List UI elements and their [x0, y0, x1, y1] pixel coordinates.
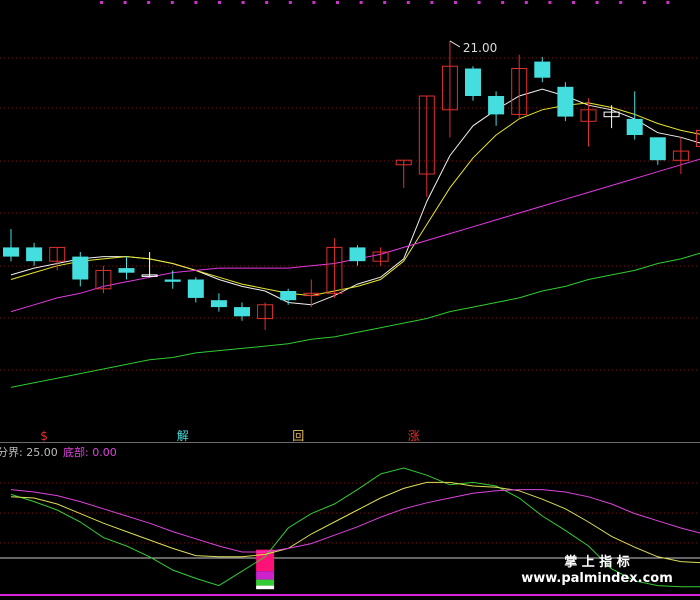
top-tick-mark — [524, 1, 528, 4]
stock-chart: 21.00 $ 解 回 涨 分界: 25.00 底部: 0.00 掌 上 指 标www.… — [0, 1, 700, 596]
top-tick-mark — [430, 1, 434, 4]
top-time-ticks — [100, 1, 670, 4]
top-tick-mark — [666, 1, 670, 4]
top-tick-mark — [548, 1, 552, 4]
candle-body — [696, 129, 700, 147]
candle-body — [280, 291, 297, 301]
top-tick-mark — [265, 1, 269, 4]
candle-body — [465, 68, 481, 96]
indicator-header-label: 底部: 0.00 — [63, 445, 117, 459]
watermark-url: www.palmindex.com — [521, 571, 673, 586]
top-tick-mark — [572, 1, 575, 4]
top-tick-mark — [336, 1, 339, 4]
candle-body — [649, 137, 666, 161]
top-tick-mark — [100, 1, 103, 4]
signal-label: $ — [40, 429, 48, 443]
signal-label: 涨 — [408, 428, 420, 443]
top-tick-mark — [619, 1, 623, 4]
indicator-header-label: 分界: 25.00 — [0, 446, 58, 459]
top-tick-mark — [383, 1, 387, 4]
watermark: 掌 上 指 标www.palmindex.com — [521, 554, 673, 586]
candle-body — [118, 268, 135, 273]
top-tick-mark — [288, 1, 292, 4]
candle-body — [626, 118, 643, 135]
top-tick-mark — [170, 1, 174, 4]
line-ma-yellow — [10, 102, 700, 297]
signal-labels: $ 解 回 涨 — [40, 428, 419, 443]
top-tick-mark — [312, 1, 316, 4]
line-ma-magenta — [10, 158, 700, 313]
top-tick-mark — [477, 1, 481, 4]
top-tick-mark — [194, 1, 198, 4]
indicator-bar-segment — [256, 579, 275, 586]
candle-body — [72, 256, 89, 280]
top-tick-mark — [642, 1, 646, 4]
candle-body — [349, 247, 366, 262]
candle-body — [557, 86, 574, 117]
max-price-label: 21.00 — [463, 41, 497, 55]
top-tick-mark — [123, 1, 127, 4]
line-ma-green — [10, 252, 700, 388]
candle-body — [234, 307, 250, 317]
price-grid — [0, 57, 700, 371]
top-tick-mark — [406, 1, 410, 4]
candle-body — [488, 96, 505, 115]
line-ma-white — [10, 88, 700, 306]
indicator-header: 分界: 25.00 底部: 0.00 — [0, 445, 117, 459]
indicator-bar-segment — [256, 585, 275, 590]
candle-body — [26, 247, 43, 262]
indicator-bar-segment — [256, 571, 275, 580]
max-pointer — [449, 40, 461, 48]
watermark-title: 掌 上 指 标 — [564, 554, 630, 570]
top-tick-mark — [595, 1, 599, 4]
max-price-marker: 21.00 — [449, 40, 497, 55]
price-moving-averages — [10, 88, 700, 388]
candle-body — [187, 279, 204, 298]
candle-body — [534, 61, 551, 78]
top-tick-mark — [454, 1, 457, 4]
top-tick-mark — [147, 1, 151, 4]
signal-label: 回 — [292, 429, 304, 443]
top-tick-mark — [241, 1, 245, 4]
candle-body — [210, 300, 227, 308]
top-tick-mark — [501, 1, 505, 4]
candle-body — [164, 279, 181, 282]
indicator-line-medium — [10, 481, 700, 564]
top-tick-mark — [359, 1, 363, 4]
top-tick-mark — [218, 1, 221, 4]
signal-label: 解 — [177, 429, 189, 443]
candle-body — [3, 247, 19, 257]
